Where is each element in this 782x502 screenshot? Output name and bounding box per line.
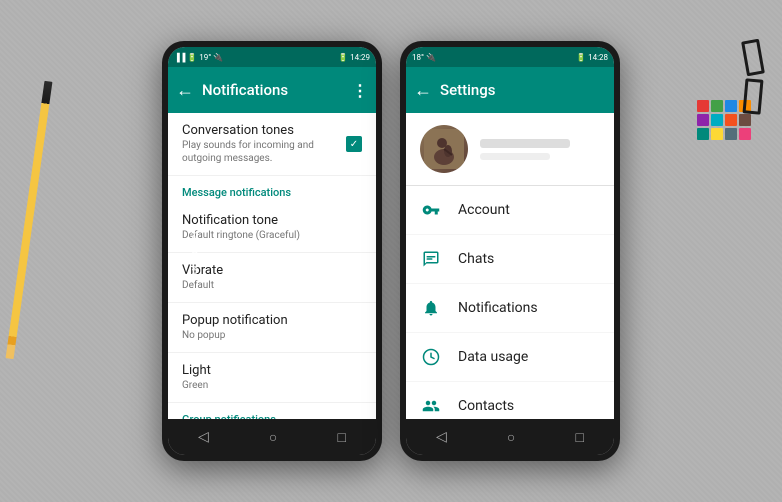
status-time: 14:29 xyxy=(350,53,370,62)
app-bar-left: ← Notifications ⋮ xyxy=(168,67,376,113)
scene: ▐▐ 🔋 19° 🔌 🔋 14:29 ← Notifications ⋮ xyxy=(0,0,782,502)
battery-icon: 🔋 xyxy=(338,53,348,62)
app-bar-right: ← Settings xyxy=(406,67,614,113)
group-notifications-header: Group notifications xyxy=(168,403,376,419)
nav-back-right[interactable]: ◁ xyxy=(436,429,447,445)
conversation-tones-title: Conversation tones xyxy=(182,123,346,138)
cube xyxy=(725,114,737,126)
nav-back-left[interactable]: ◁ xyxy=(198,429,209,445)
conversation-tones-subtitle: Play sounds for incoming and outgoing me… xyxy=(182,139,346,165)
light-title: Light xyxy=(182,363,362,378)
data-usage-label: Data usage xyxy=(458,349,528,365)
menu-item-contacts[interactable]: Contacts xyxy=(406,382,614,419)
nav-recent-left[interactable]: □ xyxy=(337,429,345,446)
cube xyxy=(739,128,751,140)
notification-tone-subtitle: Default ringtone (Graceful) xyxy=(182,229,362,242)
status-left-icons: ▐▐ 🔋 19° 🔌 xyxy=(174,53,223,62)
conversation-tones-checkbox[interactable] xyxy=(346,136,362,152)
notification-tone-title: Notification tone xyxy=(182,213,362,228)
contacts-label: Contacts xyxy=(458,398,514,414)
conversation-tones-item[interactable]: Conversation tones Play sounds for incom… xyxy=(168,113,376,176)
battery-right-icon: 🔋 xyxy=(576,53,586,62)
settings-content: Account Chats xyxy=(406,113,614,419)
more-button-left[interactable]: ⋮ xyxy=(352,81,368,100)
phone-right-screen: 18° 🔌 🔋 14:28 ← Settings xyxy=(406,47,614,455)
profile-status-placeholder xyxy=(480,153,550,160)
app-title-left: Notifications xyxy=(202,81,352,99)
nav-bar-left: ◁ ○ □ xyxy=(168,419,376,455)
cube xyxy=(697,100,709,112)
chat-icon xyxy=(420,248,442,270)
binder-clips xyxy=(744,40,762,118)
profile-name-placeholder xyxy=(480,139,570,148)
phone-left: ▐▐ 🔋 19° 🔌 🔋 14:29 ← Notifications ⋮ xyxy=(162,41,382,461)
menu-item-notifications[interactable]: Notifications xyxy=(406,284,614,333)
back-button-left[interactable]: ← xyxy=(176,80,194,101)
avatar xyxy=(420,125,468,173)
menu-item-account[interactable]: Account xyxy=(406,186,614,235)
popup-notification-title: Popup notification xyxy=(182,313,362,328)
data-usage-icon xyxy=(420,346,442,368)
vibrate-subtitle: Default xyxy=(182,279,362,292)
side-label: ANDROIDPIT xyxy=(191,226,199,277)
status-bar-right: 18° 🔌 🔋 14:28 xyxy=(406,47,614,67)
menu-item-chats[interactable]: Chats xyxy=(406,235,614,284)
nav-recent-right[interactable]: □ xyxy=(575,429,583,446)
status-left-text: 🔋 19° 🔌 xyxy=(187,53,223,62)
nav-home-right[interactable]: ○ xyxy=(507,429,515,446)
app-title-right: Settings xyxy=(440,81,606,99)
pencil-decoration xyxy=(6,81,53,359)
notifications-label: Notifications xyxy=(458,300,538,316)
popup-notification-subtitle: No popup xyxy=(182,329,362,342)
status-right-left-icons: 18° 🔌 xyxy=(412,53,436,62)
back-button-right[interactable]: ← xyxy=(414,80,432,101)
cube xyxy=(711,128,723,140)
status-right-info: 🔋 14:29 xyxy=(338,53,370,62)
profile-info xyxy=(480,139,600,160)
cube xyxy=(697,114,709,126)
chats-label: Chats xyxy=(458,251,494,267)
signal-icon: ▐▐ xyxy=(174,53,185,62)
light-subtitle: Green xyxy=(182,379,362,392)
profile-section[interactable] xyxy=(406,113,614,186)
nav-home-left[interactable]: ○ xyxy=(269,429,277,446)
status-bar-left: ▐▐ 🔋 19° 🔌 🔋 14:29 xyxy=(168,47,376,67)
cube xyxy=(711,114,723,126)
key-icon xyxy=(420,199,442,221)
vibrate-title: Vibrate xyxy=(182,263,362,278)
cube xyxy=(725,128,737,140)
status-time-right: 14:28 xyxy=(588,53,608,62)
phone-right: 18° 🔌 🔋 14:28 ← Settings xyxy=(400,41,620,461)
light-item[interactable]: Light Green xyxy=(168,353,376,403)
popup-notification-item[interactable]: Popup notification No popup xyxy=(168,303,376,353)
cube xyxy=(697,128,709,140)
cube xyxy=(725,100,737,112)
contacts-icon xyxy=(420,395,442,417)
message-notifications-header: Message notifications xyxy=(168,176,376,203)
avatar-image xyxy=(420,125,468,173)
nav-bar-right: ◁ ○ □ xyxy=(406,419,614,455)
status-right-text: 18° 🔌 xyxy=(412,53,436,62)
menu-item-data-usage[interactable]: Data usage xyxy=(406,333,614,382)
account-label: Account xyxy=(458,202,510,218)
bell-icon xyxy=(420,297,442,319)
status-right-right-info: 🔋 14:28 xyxy=(576,53,608,62)
cube xyxy=(711,100,723,112)
